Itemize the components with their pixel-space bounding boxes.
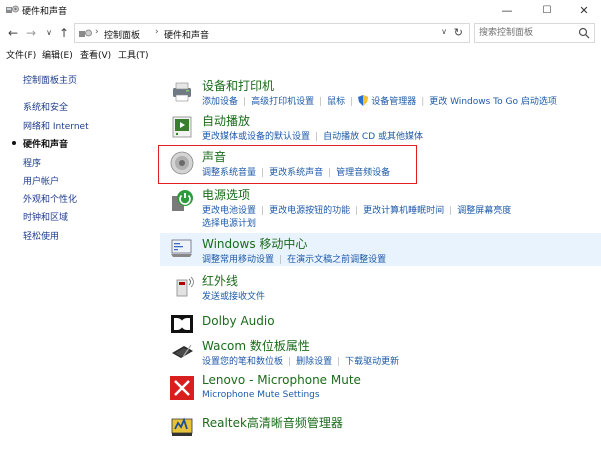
printer-icon xyxy=(173,82,191,102)
forward-arrow-icon[interactable]: → xyxy=(24,25,38,41)
infrared-icon xyxy=(176,276,194,297)
main-panel: 设备和打印机 添加设备 | 高级打印机设置 | 鼠标 | 设备管理器 | 更改 Windows … xyxy=(160,62,601,451)
sidebar-item-user-accounts[interactable]: 用户帐户 xyxy=(23,174,59,187)
mic-mute-icon xyxy=(170,376,194,400)
menu-file[interactable]: 文件(F) xyxy=(6,48,36,61)
window-title: 硬件和声音 xyxy=(22,7,68,17)
sidebar-item-network[interactable]: 网络和 Internet xyxy=(23,119,89,132)
address-dropdown-icon[interactable]: ∨ xyxy=(441,27,447,36)
mobility-center-icon xyxy=(171,239,192,257)
category-devices-printers: 设备和打印机 添加设备 | 高级打印机设置 | 鼠标 | 设备管理器 | 更改 Windows … xyxy=(160,77,601,107)
sidebar-item-appearance[interactable]: 外观和个性化 xyxy=(23,192,77,205)
sidebar-item-programs[interactable]: 程序 xyxy=(23,156,41,169)
link-power-button[interactable]: 更改电源按钮的功能 xyxy=(269,206,350,216)
category-autoplay: 自动播放 更改媒体或设备的默认设置 | 自动播放 CD 或其他媒体 xyxy=(160,112,601,142)
menu-view[interactable]: 查看(V) xyxy=(80,48,111,61)
tablet-icon xyxy=(172,344,193,358)
category-power: 电源选项 更改电池设置 | 更改电源按钮的功能 | 更改计算机睡眠时间 | 调整屏幕亮度 选… xyxy=(160,186,601,230)
category-title[interactable]: 红外线 xyxy=(202,272,238,289)
link-add-device[interactable]: 添加设备 xyxy=(202,97,238,107)
address-bar[interactable]: › 控制面板 › 硬件和声音 ∨ ↻ xyxy=(74,23,470,43)
link-power-plan[interactable]: 选择电源计划 xyxy=(202,219,256,229)
breadcrumb-separator-icon: › xyxy=(95,27,99,37)
category-title[interactable]: 自动播放 xyxy=(202,112,250,129)
search-input[interactable] xyxy=(479,26,577,40)
sidebar-item-control-panel-home[interactable]: 控制面板主页 xyxy=(23,73,77,86)
breadcrumb-separator-icon: › xyxy=(155,27,159,37)
close-button[interactable]: ✕ xyxy=(567,0,601,20)
sidebar-item-hardware-sound[interactable]: 硬件和声音 xyxy=(23,137,68,150)
menu-bar: 文件(F) 编辑(E) 查看(V) 工具(T) xyxy=(0,46,601,62)
link-mouse[interactable]: 鼠标 xyxy=(327,97,345,107)
breadcrumb-hardware-sound[interactable]: 硬件和声音 xyxy=(164,28,209,41)
highlight-box xyxy=(158,145,417,184)
category-title[interactable]: 设备和打印机 xyxy=(202,77,274,94)
search-box[interactable] xyxy=(474,23,595,43)
minimize-button[interactable]: — xyxy=(490,0,524,20)
link-remove-settings[interactable]: 删除设置 xyxy=(296,357,332,367)
link-brightness[interactable]: 调整屏幕亮度 xyxy=(457,206,511,216)
sidebar-item-system-security[interactable]: 系统和安全 xyxy=(23,100,68,113)
address-row: ← → ∨ ↑ › 控制面板 › 硬件和声音 ∨ ↻ xyxy=(0,20,601,46)
category-title[interactable]: 电源选项 xyxy=(202,186,250,203)
link-windows-to-go[interactable]: 更改 Windows To Go 启动选项 xyxy=(429,97,557,107)
category-wacom: Wacom 数位板属性 设置您的笔和数位板 | 删除设置 | 下载驱动更新 xyxy=(160,337,601,367)
hardware-sound-icon xyxy=(79,29,92,37)
realtek-icon xyxy=(171,417,193,436)
category-dolby-audio: Dolby Audio xyxy=(160,311,601,335)
category-title[interactable]: Wacom 数位板属性 xyxy=(202,337,310,354)
category-title[interactable]: Realtek高清晰音频管理器 xyxy=(202,414,343,431)
breadcrumb-control-panel[interactable]: 控制面板 xyxy=(104,28,140,41)
hardware-sound-icon xyxy=(6,5,19,13)
title-bar: 硬件和声音 — ☐ ✕ xyxy=(0,0,601,20)
link-driver-update[interactable]: 下载驱动更新 xyxy=(345,357,399,367)
link-presentation-settings[interactable]: 在演示文稿之前调整设置 xyxy=(287,255,386,265)
search-icon[interactable] xyxy=(578,27,590,39)
autoplay-icon xyxy=(172,116,192,138)
uac-shield-icon xyxy=(358,95,369,106)
link-pen-tablet-setup[interactable]: 设置您的笔和数位板 xyxy=(202,357,283,367)
recent-chevron-down-icon[interactable]: ∨ xyxy=(42,25,56,41)
active-bullet-icon xyxy=(12,141,16,145)
menu-tools[interactable]: 工具(T) xyxy=(118,48,149,61)
link-send-receive-files[interactable]: 发送或接收文件 xyxy=(202,292,265,302)
link-mobility-settings[interactable]: 调整常用移动设置 xyxy=(202,255,274,265)
category-mobility-center: Windows 移动中心 调整常用移动设置 | 在演示文稿之前调整设置 xyxy=(160,233,601,266)
sidebar-item-clock-region[interactable]: 时钟和区域 xyxy=(23,210,68,223)
back-arrow-icon[interactable]: ← xyxy=(6,25,20,41)
category-realtek: Realtek高清晰音频管理器 xyxy=(160,411,601,437)
category-title[interactable]: Windows 移动中心 xyxy=(202,235,307,252)
category-title[interactable]: Dolby Audio xyxy=(202,314,275,328)
link-media-default[interactable]: 更改媒体或设备的默认设置 xyxy=(202,132,310,142)
power-icon xyxy=(172,190,193,211)
category-lenovo-mic-mute: Lenovo - Microphone Mute Microphone Mute… xyxy=(160,373,601,403)
link-autoplay-cd[interactable]: 自动播放 CD 或其他媒体 xyxy=(323,132,423,142)
category-title[interactable]: Lenovo - Microphone Mute xyxy=(202,373,361,387)
link-advanced-printer[interactable]: 高级打印机设置 xyxy=(251,97,314,107)
sidebar-item-ease-of-access[interactable]: 轻松使用 xyxy=(23,229,59,242)
up-arrow-icon[interactable]: ↑ xyxy=(57,25,71,41)
menu-edit[interactable]: 编辑(E) xyxy=(42,48,73,61)
category-infrared: 红外线 发送或接收文件 xyxy=(160,272,601,302)
refresh-icon[interactable]: ↻ xyxy=(454,26,463,39)
maximize-button[interactable]: ☐ xyxy=(530,0,564,20)
sidebar: 控制面板主页 系统和安全 网络和 Internet 硬件和声音 程序 用户帐户 … xyxy=(0,62,160,451)
link-sleep-time[interactable]: 更改计算机睡眠时间 xyxy=(363,206,444,216)
link-device-manager[interactable]: 设备管理器 xyxy=(371,97,416,107)
dolby-icon xyxy=(171,315,193,333)
link-battery-settings[interactable]: 更改电池设置 xyxy=(202,206,256,216)
link-mic-mute-settings[interactable]: Microphone Mute Settings xyxy=(202,390,320,400)
